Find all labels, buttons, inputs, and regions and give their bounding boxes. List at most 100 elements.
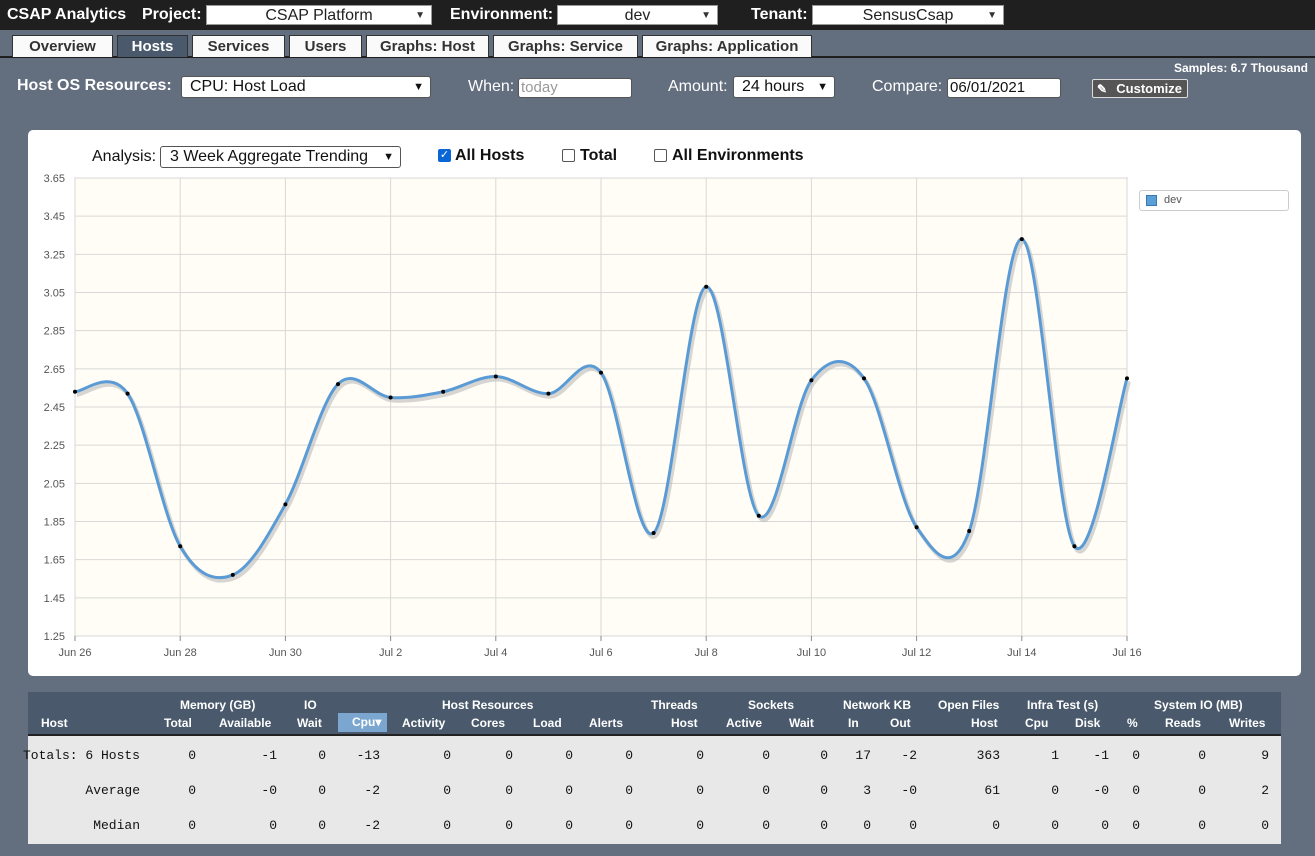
table-cell: 0 (1198, 818, 1206, 833)
col-activity[interactable]: Activity (402, 716, 445, 730)
col-infra-disk[interactable]: Disk (1075, 716, 1100, 730)
edit-icon: ✎ (1097, 82, 1108, 96)
tenant-select[interactable]: SensusCsap ▼ (812, 5, 1004, 25)
when-input[interactable]: today (518, 78, 632, 98)
table-cell: 0 (1051, 818, 1059, 833)
x-tick-label: Jul 6 (589, 647, 612, 659)
project-label: Project: (142, 6, 202, 23)
table-cell: -1 (261, 748, 277, 763)
table-cell: -1 (1093, 748, 1109, 763)
chevron-down-icon: ▼ (701, 10, 711, 21)
data-point (1125, 376, 1129, 381)
col-cpu-sorted[interactable]: Cpu▾ (338, 713, 388, 732)
col-infra-cpu[interactable]: Cpu (1025, 716, 1048, 730)
col-open-files-host[interactable]: Host (971, 716, 998, 730)
chart-legend[interactable]: dev (1139, 190, 1289, 211)
data-point (862, 376, 866, 381)
y-tick-label: 3.05 (44, 288, 65, 300)
tab-hosts[interactable]: Hosts (117, 35, 188, 57)
col-io-wait[interactable]: Wait (297, 716, 322, 730)
y-tick-label: 1.25 (44, 631, 65, 643)
col-memory-available[interactable]: Available (219, 716, 271, 730)
col-cpu-label: Cpu (352, 715, 376, 729)
table-cell: 0 (565, 783, 573, 798)
table-cell: 0 (696, 818, 704, 833)
table-cell: 0 (696, 748, 704, 763)
chart-panel: Analysis: 3 Week Aggregate Trending ▼ ✓ … (28, 130, 1301, 676)
data-point (336, 382, 340, 387)
table-cell: 0 (696, 783, 704, 798)
tab-graphs-service[interactable]: Graphs: Service (493, 35, 638, 57)
col-memory-total[interactable]: Total (164, 716, 192, 730)
table-cell: 0 (1132, 748, 1140, 763)
col-reads[interactable]: Reads (1165, 716, 1201, 730)
table-cell: 3 (863, 783, 871, 798)
col-network-out[interactable]: Out (890, 716, 911, 730)
data-point (178, 544, 183, 549)
table-header: Memory (GB) IO Host Resources Threads So… (28, 692, 1281, 736)
tab-graphs-application[interactable]: Graphs: Application (642, 35, 812, 57)
x-tick-label: Jul 14 (1007, 647, 1036, 659)
col-threads-host[interactable]: Host (671, 716, 698, 730)
x-tick-label: Jul 8 (695, 647, 718, 659)
data-point (125, 391, 130, 396)
y-tick-label: 2.25 (44, 440, 65, 452)
col-cores[interactable]: Cores (471, 716, 505, 730)
table-cell: 0 (1132, 783, 1140, 798)
col-host[interactable]: Host (41, 716, 68, 730)
col-sockets-wait[interactable]: Wait (789, 716, 814, 730)
table-cell: -0 (901, 783, 917, 798)
tab-overview[interactable]: Overview (12, 35, 113, 57)
y-tick-label: 2.05 (44, 478, 65, 490)
group-infra-test: Infra Test (s) (1027, 698, 1099, 712)
table-cell: 0 (443, 783, 451, 798)
amount-label: Amount: (668, 78, 728, 95)
table-cell: 1 (1051, 748, 1059, 763)
table-cell: 0 (820, 783, 828, 798)
compare-label: Compare: (872, 78, 943, 95)
resource-label: Host OS Resources: (17, 77, 172, 94)
amount-select[interactable]: 24 hours ▼ (733, 76, 835, 98)
samples-count: Samples: 6.7 Thousand (1173, 61, 1308, 75)
table-cell: 0 (625, 818, 633, 833)
group-io: IO (304, 698, 317, 712)
col-sockets-active[interactable]: Active (726, 716, 762, 730)
data-point (388, 395, 393, 400)
x-tick-label: Jul 10 (797, 647, 826, 659)
col-percent[interactable]: % (1127, 716, 1138, 730)
y-tick-label: 3.65 (44, 173, 65, 185)
tab-bar: Overview Hosts Services Users Graphs: Ho… (0, 30, 1315, 58)
table-cell: 0 (443, 818, 451, 833)
tenant-label: Tenant: (751, 6, 808, 23)
table-cell: 9 (1261, 748, 1269, 763)
group-host-resources: Host Resources (442, 698, 534, 712)
environment-select[interactable]: dev ▼ (557, 5, 718, 25)
table-cell: 0 (820, 818, 828, 833)
tab-graphs-host[interactable]: Graphs: Host (366, 35, 489, 57)
col-writes[interactable]: Writes (1229, 716, 1265, 730)
project-select[interactable]: CSAP Platform ▼ (206, 5, 432, 25)
x-tick-label: Jul 12 (902, 647, 931, 659)
data-point (756, 513, 761, 518)
col-load[interactable]: Load (533, 716, 562, 730)
tab-users[interactable]: Users (289, 35, 362, 57)
data-point (283, 502, 288, 507)
y-tick-label: 1.65 (44, 555, 65, 567)
compare-date-input[interactable]: 06/01/2021 (947, 78, 1061, 98)
table-cell: 0 (505, 748, 513, 763)
col-network-in[interactable]: In (848, 716, 859, 730)
table-cell: 0 (565, 818, 573, 833)
col-alerts[interactable]: Alerts (589, 716, 623, 730)
y-tick-label: 1.45 (44, 593, 65, 605)
x-tick-label: Jun 28 (164, 647, 197, 659)
table-cell: 0 (1261, 818, 1269, 833)
group-threads: Threads (651, 698, 698, 712)
data-point (599, 370, 603, 375)
tab-services[interactable]: Services (192, 35, 285, 57)
y-tick-label: 3.45 (44, 211, 65, 223)
data-point (809, 378, 814, 383)
amount-select-value: 24 hours (742, 78, 805, 95)
data-point (546, 391, 551, 396)
customize-button[interactable]: ✎ Customize (1092, 79, 1188, 98)
resource-select[interactable]: CPU: Host Load ▼ (181, 76, 431, 98)
